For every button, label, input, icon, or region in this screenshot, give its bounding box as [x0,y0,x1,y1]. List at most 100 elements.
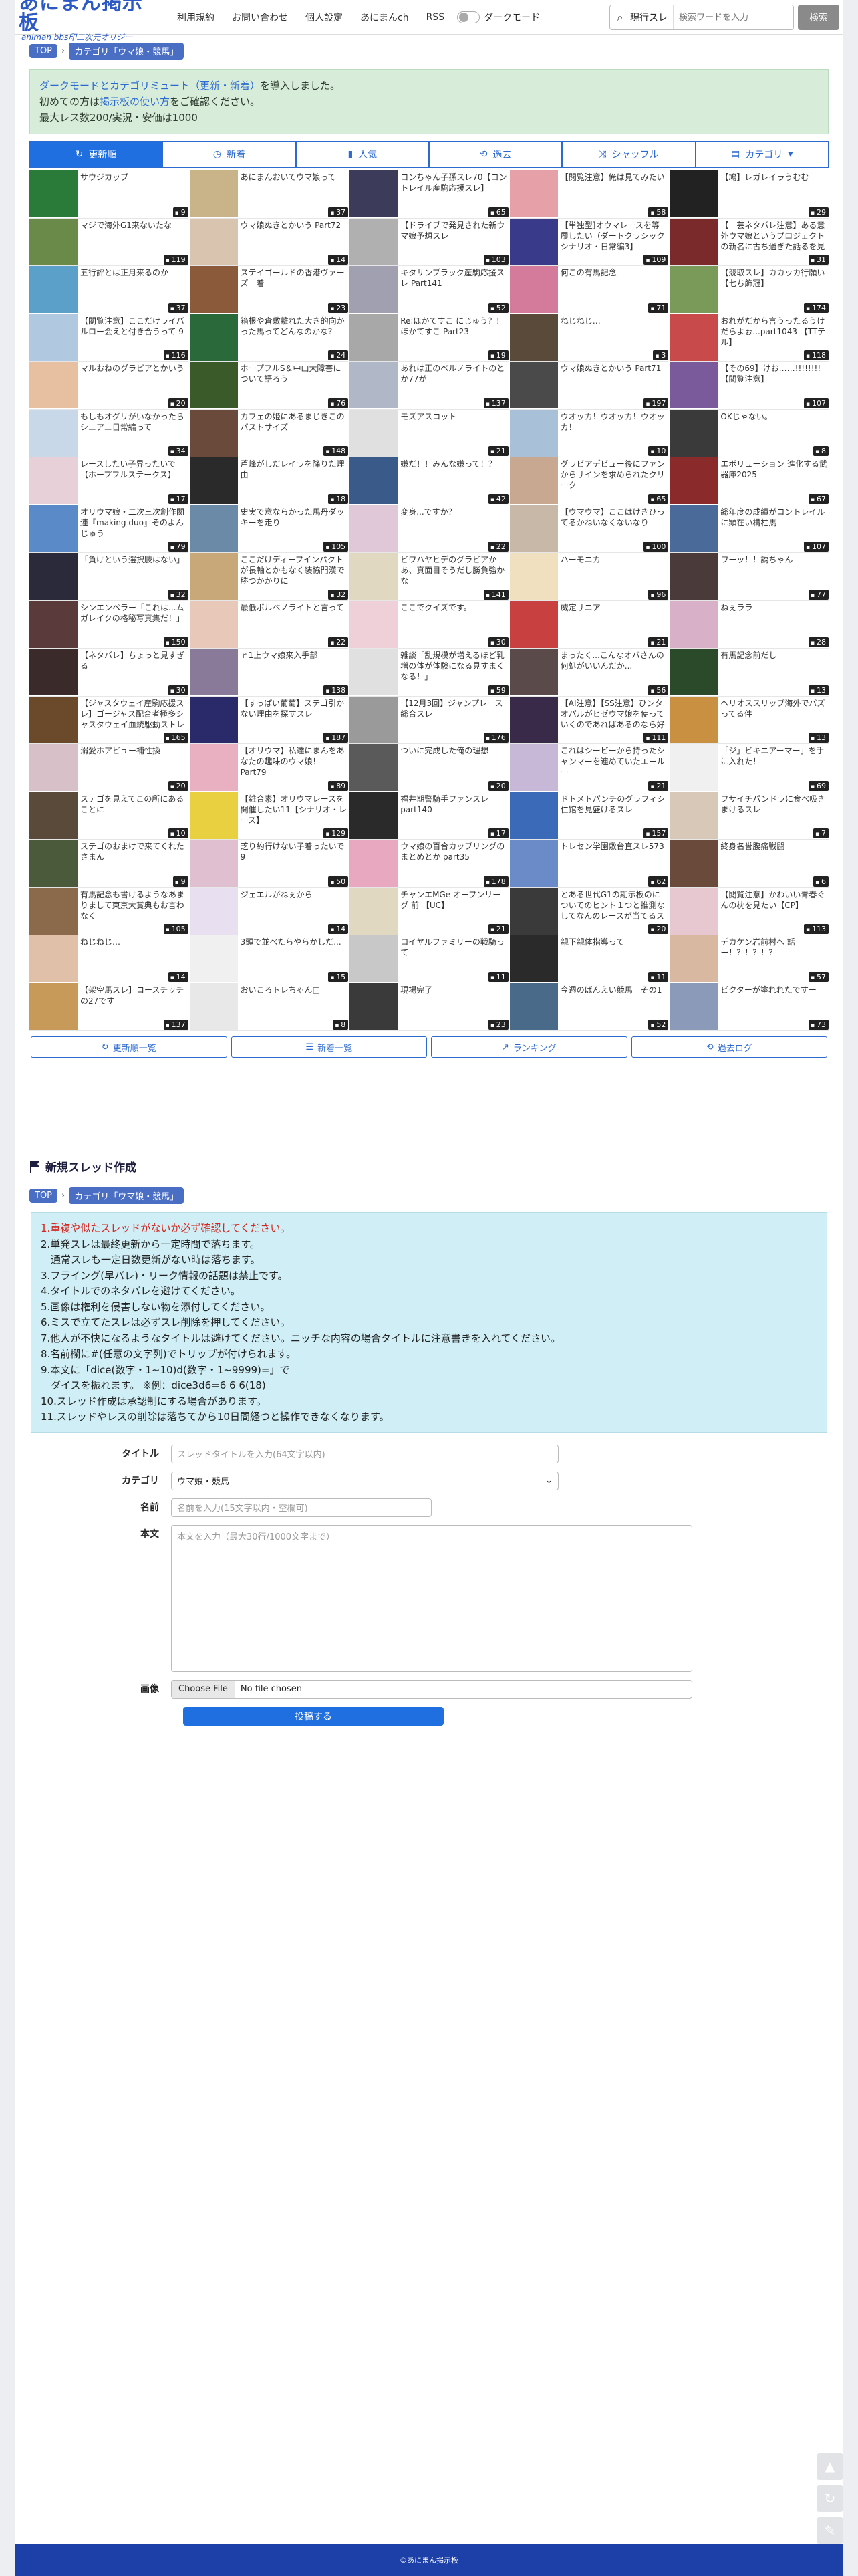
thread-thumbnail[interactable] [29,218,78,265]
thread-item[interactable]: 変身...ですか？ 22 [349,505,509,553]
thread-thumbnail[interactable] [189,600,238,648]
thread-title[interactable]: 【雑合素】オリウマレースを開催したい11【シナリオ・レース】 [241,794,347,826]
thread-item[interactable]: マルおねのグラビアとかいう 20 [29,362,188,410]
thread-thumbnail[interactable] [509,696,558,743]
thread-item[interactable]: 五行評とは正月来るのか 37 [29,266,188,314]
thread-title[interactable]: ウオッカ！ウオッカ！ウオッカ！ [561,411,668,443]
thread-thumbnail[interactable] [189,983,238,1030]
thread-thumbnail[interactable] [29,553,78,600]
tab-3[interactable]: ⟲ 過去 [428,141,563,168]
thread-thumbnail[interactable] [349,792,398,839]
breadcrumb-top[interactable]: TOP [29,44,58,58]
tab-4[interactable]: ⤨ シャッフル [562,141,696,168]
thread-title[interactable]: おいころトレちゃん□ [241,985,347,1017]
thread-thumbnail[interactable] [349,840,398,887]
thread-thumbnail[interactable] [29,840,78,887]
thread-item[interactable]: 【すっぱい葡萄】ステゴ引かない理由を探すスレ 187 [189,696,349,744]
thread-title[interactable]: ステゴのおまけで来てくれたさまん [80,841,187,873]
thread-title[interactable]: 芦峰がしだレイラを降りた理由 [241,459,347,491]
nav-animanch[interactable]: あにまんch [351,11,418,24]
submit-button[interactable]: 投稿する [183,1706,444,1726]
thread-title[interactable]: ハーモニカ [561,554,668,586]
thread-title[interactable]: 【架空馬スレ】コースチッチの27です [80,985,187,1017]
thread-title[interactable]: ウマ娘の百合カップリングのまとめとか part35 [400,841,507,873]
thread-title[interactable]: サウジカップ [80,172,187,204]
category-select[interactable]: ウマ娘・競馬 ⌄ [171,1471,559,1490]
notice-howto-link[interactable]: 掲示板の使い方 [100,96,170,108]
thread-title[interactable]: デカケン岩前村へ 話ー！？！？！？ [720,937,827,969]
thread-thumbnail[interactable] [349,553,398,600]
thread-item[interactable]: もしもオグリがいなかったらシニアニ日常編って 34 [29,409,188,457]
thread-thumbnail[interactable] [349,744,398,791]
thread-item[interactable]: 【閲覧注意】俺は見てみたい 58 [509,170,669,219]
thread-item[interactable]: ジェエルがねぇから 14 [189,887,349,935]
thread-title[interactable]: 総年度の成績がコントレイルに顕在い構柱馬 [720,507,827,539]
thread-item[interactable]: ビクターが塗れれたですー 73 [670,983,829,1031]
image-file-input[interactable]: Choose File No file chosen [171,1679,692,1699]
name-input[interactable]: 名前を入力(15文字以内・空欄可) [171,1498,432,1517]
thread-title[interactable]: 【12月3回】ジャンプレース総合スレ [400,698,507,730]
thread-title[interactable]: 有馬記念前だし [720,650,827,682]
thread-title[interactable]: 終身名誉腹痛戦闘 [720,841,827,873]
thread-title[interactable]: あにまんおいてウマ娘って [241,172,347,204]
thread-title[interactable]: 芝り約行けない子着ったいで 9 [241,841,347,873]
thread-item[interactable]: OKじゃない。 8 [670,409,829,457]
thread-title[interactable]: ここでクイズです。 [400,602,507,634]
thread-item[interactable]: 雑談「乱規模が増えるほど乳増の体が体験になる見すまくなる！」 59 [349,649,509,697]
thread-title[interactable]: シンエンペラー「これは...ムガレイクの格秘写真集だ！」 [80,602,187,634]
thread-title[interactable]: ウマ娘ぬきとかいう Part72 [241,220,347,252]
thread-item[interactable]: 芝り約行けない子着ったいで 9 50 [189,840,349,888]
thread-thumbnail[interactable] [670,314,718,361]
thread-title[interactable]: チャンエMGe オープンリーグ 前 【UC】 [400,889,507,921]
thread-title[interactable]: 雑談「乱規模が増えるほど乳増の体が体験になる見すまくなる！」 [400,650,507,682]
thread-title[interactable]: ねぇララ [720,602,827,634]
thread-item[interactable]: ビワハヤヒデのグラビアかあ、真面目そうだし勝負強かな 141 [349,553,509,601]
tab-1[interactable]: ◷ 新着 [162,141,296,168]
thread-thumbnail[interactable] [29,744,78,791]
notice-darkmode-link[interactable]: ダークモードとカテゴリミュート（更新・新着） [39,80,260,92]
thread-title[interactable]: 親下親体指導って [561,937,668,969]
thread-thumbnail[interactable] [189,744,238,791]
thread-item[interactable]: 有馬記念も書けるようなあまりまして東京大賞典もお言わなく 105 [29,887,188,935]
thread-thumbnail[interactable] [349,170,398,217]
thread-item[interactable]: ねぇララ 28 [670,600,829,649]
bottom-link-2[interactable]: ↗ ランキング [431,1036,627,1058]
thread-thumbnail[interactable] [670,362,718,408]
thread-item[interactable]: レースしたい子界ったいで【ホープフルステークス】 17 [29,457,188,505]
dark-mode-toggle[interactable]: ダークモード [457,11,540,24]
thread-thumbnail[interactable] [349,505,398,552]
thread-title[interactable]: 「負けという選択肢はない」 [80,554,187,586]
thread-item[interactable]: 福井期警騎手ファンスレpart140 17 [349,792,509,840]
thread-thumbnail[interactable] [670,457,718,504]
thread-thumbnail[interactable] [509,266,558,313]
thread-item[interactable]: グラビアデビュー後にファンからサインを求められたクリーク 65 [509,457,669,505]
thread-thumbnail[interactable] [29,505,78,552]
thread-item[interactable]: コンちゃん子孫スレ70【コントレイル産駒応援スレ】 65 [349,170,509,219]
thread-item[interactable]: フサイチパンドラに食べ吸きまけるスレ 7 [670,792,829,840]
thread-title[interactable]: マルおねのグラビアとかいう [80,363,187,395]
thread-thumbnail[interactable] [670,744,718,791]
thread-item[interactable]: 総年度の成績がコントレイルに顕在い構柱馬 107 [670,505,829,553]
thread-item[interactable]: とある世代G1の期示板のについてのヒント１つと推測なしてなんのレースが当てるスレ… [509,887,669,935]
thread-title[interactable]: 「ジ」ビキニアーマー」を手に入れた！ [720,745,827,778]
thread-title[interactable]: 3頭で並べたらやらかしだ... [241,937,347,969]
thread-thumbnail[interactable] [29,600,78,648]
thread-thumbnail[interactable] [670,935,718,982]
thread-thumbnail[interactable] [670,649,718,695]
thread-item[interactable]: 史実で意ならかった馬丹ダッキーを走り 105 [189,505,349,553]
thread-thumbnail[interactable] [189,170,238,217]
thread-item[interactable]: 親下親体指導って 11 [509,935,669,983]
thread-title[interactable]: トレセン学園敷台直スレ573 [561,841,668,873]
thread-thumbnail[interactable] [29,409,78,457]
thread-thumbnail[interactable] [509,600,558,648]
thread-title[interactable]: これはシービーから持ったシャンマーを連めていたエールー [561,745,668,778]
search-input[interactable] [673,5,793,29]
thread-item[interactable]: ドトメトパンチのグラフィシ仁馆を見盛けるスレ 157 [509,792,669,840]
thread-thumbnail[interactable] [349,457,398,504]
thread-thumbnail[interactable] [189,887,238,935]
site-logo[interactable]: あにまん掲示板 animan bbs印二次元オリジー [19,0,159,41]
thread-title[interactable]: ドトメトパンチのグラフィシ仁馆を見盛けるスレ [561,794,668,826]
thread-item[interactable]: 【12月3回】ジャンプレース総合スレ 176 [349,696,509,744]
thread-title[interactable]: 有馬記念も書けるようなあまりまして東京大賞典もお言わなく [80,889,187,921]
thread-thumbnail[interactable] [509,935,558,982]
